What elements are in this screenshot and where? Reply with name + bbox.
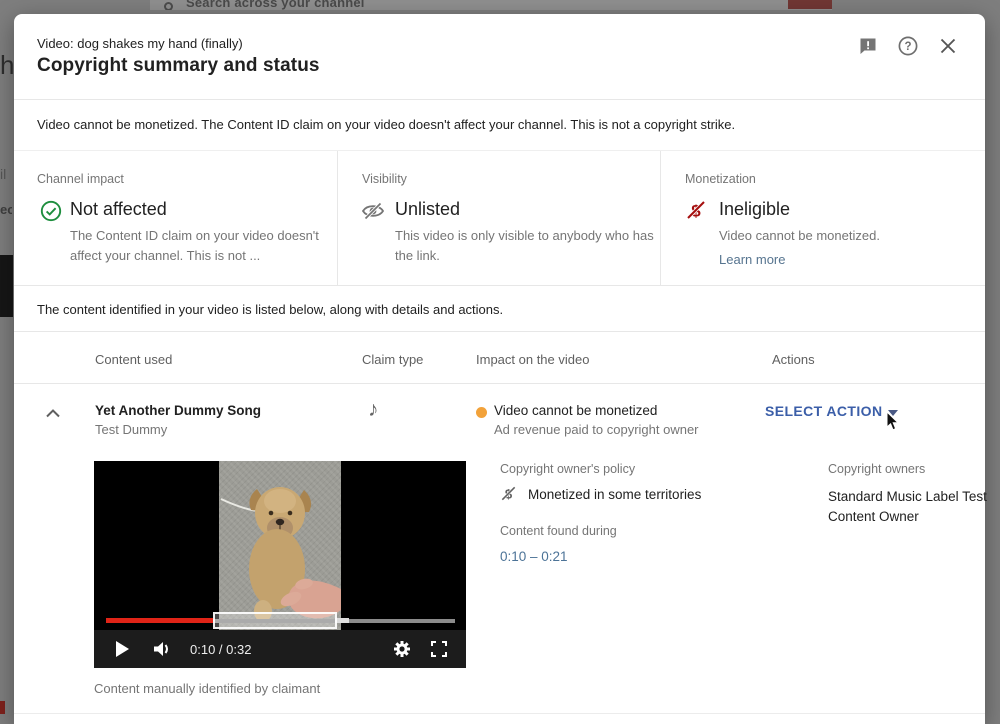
puppy-illustration — [219, 461, 341, 630]
found-during-label: Content found during — [500, 524, 617, 538]
divider — [14, 150, 985, 151]
found-during-timestamps[interactable]: 0:10 – 0:21 — [500, 549, 568, 564]
policy-label: Copyright owner's policy — [500, 462, 635, 476]
screen: Search across your channel he il eo Vide… — [0, 0, 1000, 724]
progress-buffer — [335, 618, 349, 623]
dollar-slash-small-icon: $ — [500, 485, 517, 502]
divider — [337, 151, 338, 285]
check-circle-icon — [40, 200, 62, 222]
manual-claim-note: Content manually identified by claimant — [94, 681, 320, 696]
impact-title: Video cannot be monetized — [494, 403, 657, 418]
summary-banner: Video cannot be monetized. The Content I… — [37, 117, 735, 132]
svg-text:?: ? — [904, 41, 911, 53]
video-frame — [219, 461, 341, 630]
background-text-fragment: il — [0, 166, 10, 184]
feedback-icon[interactable] — [858, 36, 878, 56]
dialog-title: Copyright summary and status — [37, 55, 320, 77]
close-icon[interactable] — [938, 36, 958, 56]
volume-icon[interactable] — [152, 640, 172, 663]
divider — [14, 99, 985, 100]
learn-more-link[interactable]: Learn more — [719, 252, 785, 267]
fullscreen-icon[interactable] — [431, 641, 447, 657]
channel-impact-value: Not affected — [70, 199, 167, 220]
owners-value: Standard Music Label Test Content Owner — [828, 487, 1000, 527]
claim-preview-player[interactable]: 0:10 / 0:32 — [94, 461, 466, 668]
play-icon[interactable] — [116, 641, 129, 657]
claim-content-title: Yet Another Dummy Song — [95, 403, 261, 418]
visibility-value: Unlisted — [395, 199, 460, 220]
collapse-row-chevron-up-icon[interactable] — [44, 406, 62, 420]
background-text-fragment: eo — [0, 202, 12, 220]
channel-impact-description: The Content ID claim on your video doesn… — [70, 226, 328, 266]
background-logo-edge — [0, 701, 5, 714]
background-text-fragment: he — [0, 50, 14, 80]
divider — [14, 383, 985, 384]
divider — [14, 285, 985, 286]
copyright-summary-dialog: Video: dog shakes my hand (finally) Copy… — [14, 14, 985, 724]
search-icon — [164, 2, 173, 10]
background-thumbnail-edge — [0, 255, 13, 317]
eye-off-icon — [361, 201, 383, 223]
column-header-content-used: Content used — [95, 352, 172, 367]
column-header-actions: Actions — [772, 352, 815, 367]
channel-impact-label: Channel impact — [37, 172, 124, 186]
policy-value: Monetized in some territories — [528, 487, 701, 502]
divider — [14, 331, 985, 332]
video-name-label: Video: dog shakes my hand (finally) — [37, 36, 243, 51]
background-search-bar: Search across your channel — [150, 0, 832, 10]
dollar-slash-icon: $ — [685, 199, 707, 221]
claim-content-subtitle: Test Dummy — [95, 422, 167, 437]
monetization-description: Video cannot be monetized. — [719, 226, 969, 246]
background-red-button — [788, 0, 832, 9]
warning-dot-icon — [476, 407, 487, 418]
select-action-button[interactable]: SELECT ACTION — [765, 403, 882, 419]
monetization-label: Monetization — [685, 172, 756, 186]
player-controls: 0:10 / 0:32 — [94, 630, 466, 668]
impact-subtitle: Ad revenue paid to copyright owner — [494, 422, 699, 437]
progress-played — [106, 618, 213, 623]
chevron-down-icon[interactable] — [888, 410, 898, 416]
owners-label: Copyright owners — [828, 462, 925, 476]
divider — [14, 713, 985, 714]
help-icon[interactable]: ? — [898, 36, 918, 56]
table-intro: The content identified in your video is … — [37, 302, 503, 317]
visibility-description: This video is only visible to anybody wh… — [395, 226, 657, 266]
settings-gear-icon[interactable] — [393, 640, 411, 663]
background-search-text: Search across your channel — [186, 0, 365, 10]
monetization-value: Ineligible — [719, 199, 790, 220]
music-note-icon: ♪ — [368, 398, 379, 422]
claimed-segment-highlight — [213, 612, 337, 629]
visibility-label: Visibility — [362, 172, 407, 186]
player-time: 0:10 / 0:32 — [190, 642, 251, 657]
divider — [660, 151, 661, 285]
column-header-impact: Impact on the video — [476, 352, 589, 367]
column-header-claim-type: Claim type — [362, 352, 423, 367]
